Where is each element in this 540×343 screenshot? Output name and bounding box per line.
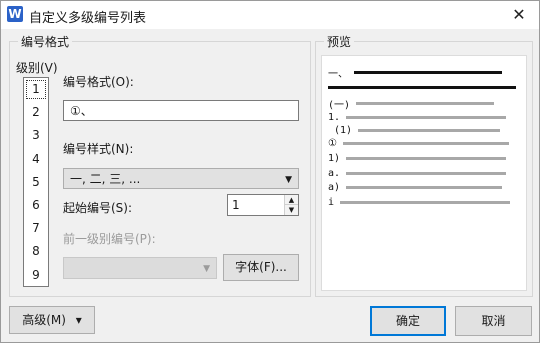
preview-text: 1. (328, 112, 341, 123)
close-icon[interactable]: ✕ (507, 3, 531, 27)
level-item[interactable]: 3 (24, 124, 48, 147)
multilevel-list-dialog: W 自定义多级编号列表 ✕ 编号格式 预览 级别(V) 123456789 编号… (0, 0, 540, 343)
chevron-down-icon: ▾ (75, 313, 82, 327)
preview-row: a) (328, 182, 503, 193)
preview-text: i (328, 197, 335, 208)
preview-line (346, 116, 507, 119)
start-label: 起始编号(S): (63, 201, 133, 215)
preview-line (354, 71, 502, 74)
format-label: 编号格式(O): (63, 75, 134, 89)
preview-line (342, 142, 509, 145)
dialog-title: 自定义多级编号列表 (29, 11, 147, 26)
preview-text: (一) (328, 100, 351, 111)
numbering-format-legend: 编号格式 (18, 33, 73, 50)
preview-text: 一、 (328, 69, 348, 80)
preview-line (346, 157, 507, 160)
preview-row: 1) (328, 153, 507, 164)
prev-level-label: 前一级别编号(P): (63, 232, 156, 246)
preview-text: ① (328, 138, 337, 149)
preview-text: a) (328, 182, 341, 193)
advanced-button-label: 高级(M) (22, 313, 66, 327)
preview-row: (一) (328, 96, 495, 111)
preview-line (356, 102, 495, 105)
advanced-button[interactable]: 高级(M) ▾ (9, 306, 95, 334)
stepper-down-icon[interactable]: ▼ (285, 205, 298, 215)
level-label: 级别(V) (16, 61, 58, 75)
preview-row: a. (328, 168, 507, 179)
preview-line (340, 201, 511, 204)
level-item[interactable]: 2 (24, 101, 48, 124)
preview-text: a. (328, 168, 341, 179)
level-item[interactable]: 7 (24, 217, 48, 240)
level-item[interactable]: 9 (24, 264, 48, 287)
number-format-input[interactable]: ①、 (63, 100, 299, 121)
ok-button[interactable]: 确定 (370, 306, 446, 336)
style-label: 编号样式(N): (63, 142, 134, 156)
chevron-down-icon: ▼ (285, 175, 292, 185)
font-button[interactable]: 字体(F)... (223, 254, 299, 281)
level-item[interactable]: 8 (24, 240, 48, 263)
preview-line (358, 129, 501, 132)
preview-row: i (328, 197, 511, 208)
preview-line (346, 186, 503, 189)
preview-row-level1: 一、 (328, 65, 502, 80)
preview-text: (1) (334, 125, 353, 136)
preview-text: 1) (328, 153, 341, 164)
preview-row: (1) (334, 125, 501, 136)
level-item[interactable]: 5 (24, 171, 48, 194)
level-item[interactable]: 6 (24, 194, 48, 217)
level-item[interactable]: 4 (24, 148, 48, 171)
level-item[interactable]: 1 (24, 78, 48, 101)
preview-legend: 预览 (324, 33, 355, 50)
cancel-button[interactable]: 取消 (455, 306, 532, 336)
preview-line (328, 86, 516, 89)
stepper-up-icon[interactable]: ▲ (285, 195, 298, 205)
prev-level-select[interactable]: ▼ (63, 257, 217, 279)
chevron-down-icon: ▼ (203, 264, 210, 274)
title-bar: W 自定义多级编号列表 ✕ (1, 1, 539, 29)
level-list[interactable]: 123456789 (23, 77, 49, 287)
start-number-stepper[interactable]: 1 ▲ ▼ (227, 194, 299, 216)
start-number-value: 1 (232, 198, 240, 212)
wps-writer-icon: W (7, 6, 23, 22)
preview-pane: 一、 (一) 1. (1) ① 1) a. a) i (321, 55, 527, 291)
preview-row: ① (328, 138, 509, 149)
preview-row: 1. (328, 112, 507, 123)
number-style-value: 一, 二, 三, ... (70, 172, 141, 186)
stepper-buttons[interactable]: ▲ ▼ (284, 195, 298, 215)
number-style-select[interactable]: 一, 二, 三, ... ▼ (63, 168, 299, 189)
preview-line (346, 172, 507, 175)
